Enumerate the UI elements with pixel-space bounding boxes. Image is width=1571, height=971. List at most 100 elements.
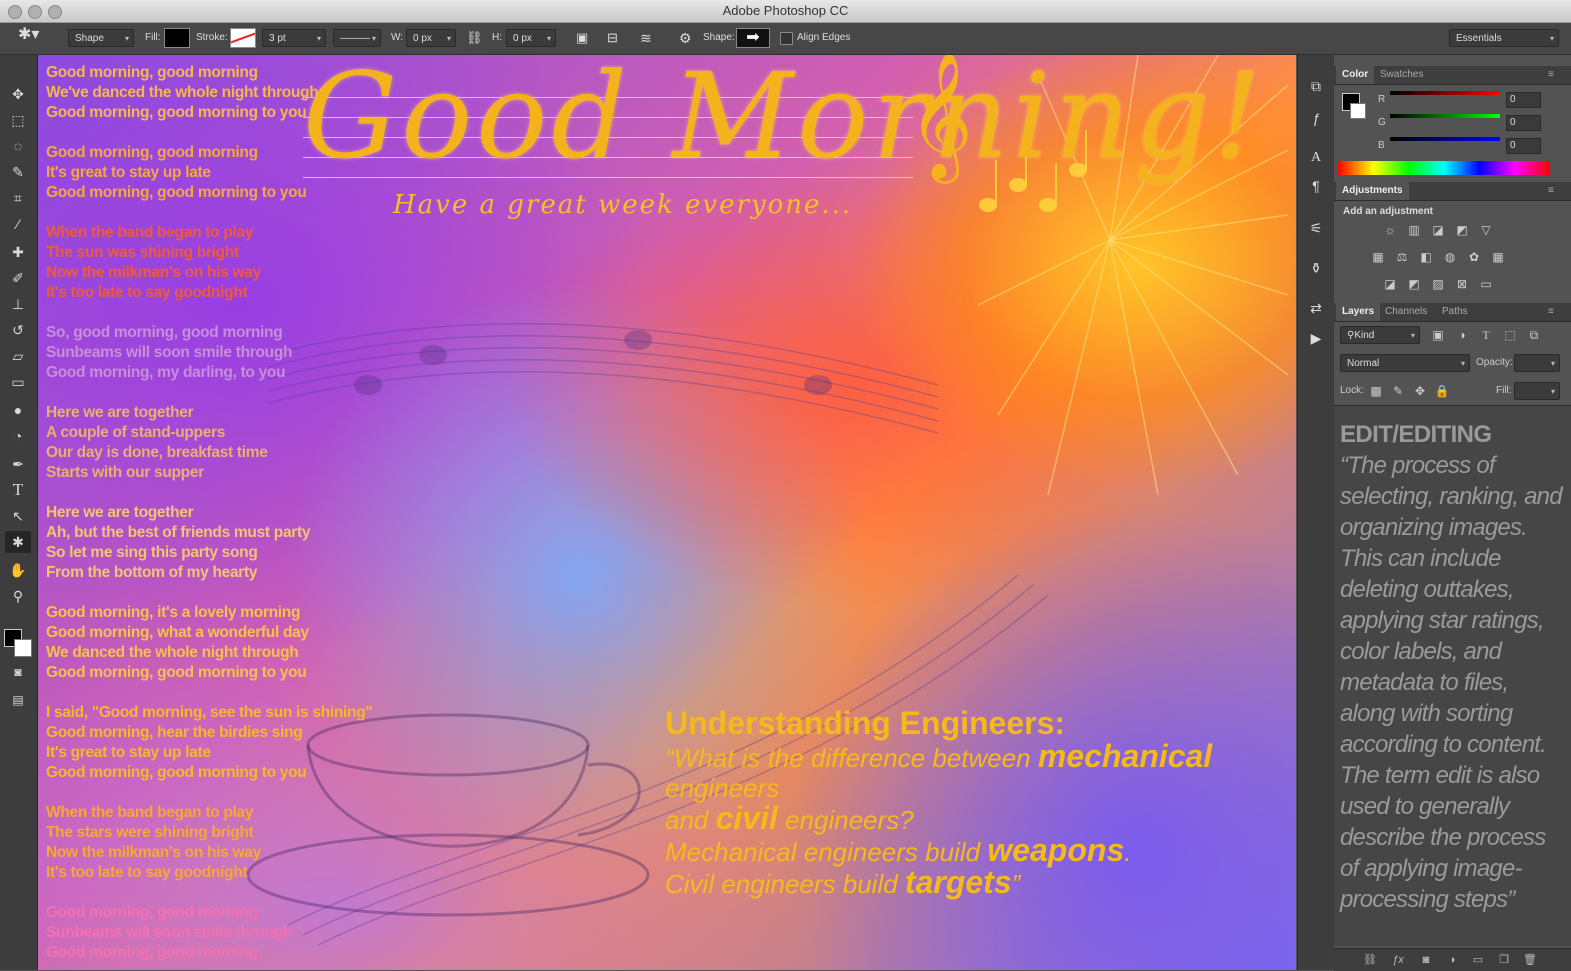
tab-adjustments[interactable]: Adjustments (1336, 182, 1409, 200)
play-icon[interactable]: ▶ (1304, 327, 1328, 349)
background-color-swatch[interactable] (14, 639, 32, 657)
tab-channels[interactable]: Channels (1379, 303, 1433, 321)
gradient-map-icon[interactable]: ▭ (1478, 277, 1494, 291)
history-brush-tool-icon[interactable]: ↺ (5, 319, 31, 341)
document-canvas[interactable]: Good Morning! Have a great week everyone… (38, 55, 1296, 970)
pen-tool-icon[interactable]: ✒ (5, 453, 31, 475)
add-mask-icon[interactable]: ◙ (1418, 952, 1434, 968)
custom-shape-tool-active-icon[interactable]: ✱ (5, 531, 31, 553)
brush-tool-icon[interactable]: ✐ (5, 267, 31, 289)
move-tool-icon[interactable]: ✥ (5, 83, 31, 105)
invert-icon[interactable]: ◪ (1382, 277, 1398, 291)
lock-transparent-icon[interactable]: ▩ (1368, 384, 1384, 398)
tab-paths[interactable]: Paths (1436, 303, 1474, 321)
quick-mask-icon[interactable]: ◙ (5, 661, 31, 683)
dodge-tool-icon[interactable]: ◔ (5, 425, 31, 447)
r-value[interactable]: 0 (1506, 92, 1541, 108)
blur-tool-icon[interactable]: ● (5, 399, 31, 421)
blend-mode-select[interactable]: Normal (1340, 354, 1470, 373)
minimize-window-button[interactable] (28, 5, 42, 19)
tool-mode-select[interactable]: Shape (68, 29, 134, 48)
height-input[interactable]: 0 px (506, 29, 556, 48)
new-layer-icon[interactable]: ❐ (1496, 952, 1512, 968)
brightness-contrast-icon[interactable]: ☼ (1382, 223, 1398, 237)
fill-input[interactable] (1514, 382, 1560, 401)
styles-panel-icon[interactable]: ƒ (1304, 107, 1328, 129)
filter-shape-icon[interactable]: ⬚ (1502, 328, 1518, 342)
gear-icon[interactable]: ⚙ (679, 29, 692, 47)
character-panel-icon[interactable]: A (1304, 147, 1328, 169)
screen-mode-icon[interactable]: ▤ (5, 689, 31, 711)
lock-all-icon[interactable]: 🔒 (1434, 384, 1450, 398)
link-layers-icon[interactable]: ⛓ (1362, 952, 1378, 968)
zoom-window-button[interactable] (48, 5, 62, 19)
gradient-tool-icon[interactable]: ▭ (5, 371, 31, 393)
selective-color-icon[interactable]: ⊠ (1454, 277, 1470, 291)
hand-tool-icon[interactable]: ✋ (5, 559, 31, 581)
black-white-icon[interactable]: ◧ (1418, 250, 1434, 264)
stroke-type-select[interactable]: ——— (333, 29, 381, 48)
filter-type-icon[interactable]: T (1478, 328, 1494, 342)
vibrance-icon[interactable]: ▽ (1478, 223, 1494, 237)
channel-mixer-icon[interactable]: ✿ (1466, 250, 1482, 264)
shape-picker[interactable]: ➡ (736, 28, 770, 48)
custom-shape-tool-icon[interactable]: ✱▾ (18, 26, 39, 44)
zoom-tool-icon[interactable]: ⚲ (5, 585, 31, 607)
path-arrangement-icon[interactable]: ≋ (640, 29, 652, 47)
color-spectrum-ramp[interactable] (1338, 161, 1550, 175)
photo-filter-icon[interactable]: ◍ (1442, 250, 1458, 264)
brush-presets-icon[interactable]: ⚟ (1304, 217, 1328, 239)
panel-menu-icon[interactable]: ≡ (1542, 66, 1560, 84)
posterize-icon[interactable]: ◩ (1406, 277, 1422, 291)
lock-position-icon[interactable]: ✥ (1412, 384, 1428, 398)
align-edges-checkbox[interactable] (780, 32, 793, 45)
color-background-swatch[interactable] (1350, 103, 1366, 119)
stroke-swatch[interactable] (230, 28, 256, 48)
path-selection-tool-icon[interactable]: ↖ (5, 505, 31, 527)
timeline-icon[interactable]: ⇄ (1304, 297, 1328, 319)
b-value[interactable]: 0 (1506, 138, 1541, 154)
link-icon[interactable]: ⛓ (466, 29, 483, 47)
fill-swatch[interactable] (164, 28, 190, 48)
color-lookup-icon[interactable]: ▦ (1490, 250, 1506, 264)
clone-source-icon[interactable]: ⚱ (1304, 257, 1328, 279)
curves-icon[interactable]: ◪ (1430, 223, 1446, 237)
stroke-width-input[interactable]: 3 pt (262, 29, 326, 48)
eraser-tool-icon[interactable]: ▱ (5, 345, 31, 367)
threshold-icon[interactable]: ▨ (1430, 277, 1446, 291)
quick-selection-tool-icon[interactable]: ✎ (5, 161, 31, 183)
new-adjustment-layer-icon[interactable]: ◑ (1444, 952, 1460, 968)
tab-swatches[interactable]: Swatches (1374, 66, 1429, 84)
opacity-input[interactable] (1514, 354, 1560, 373)
tab-layers[interactable]: Layers (1336, 303, 1381, 321)
close-window-button[interactable] (8, 5, 22, 19)
filter-smart-object-icon[interactable]: ⧉ (1526, 328, 1542, 342)
paragraph-panel-icon[interactable]: ¶ (1304, 175, 1328, 197)
layer-filter-kind-select[interactable]: ⚲Kind (1340, 326, 1420, 345)
history-panel-icon[interactable]: ⧉ (1304, 75, 1328, 97)
delete-layer-icon[interactable]: 🗑 (1522, 952, 1538, 968)
type-tool-icon[interactable]: T (5, 479, 31, 501)
workspace-select[interactable]: Essentials (1449, 29, 1559, 48)
new-group-icon[interactable]: ▭ (1470, 952, 1486, 968)
g-slider[interactable] (1390, 114, 1500, 118)
panel-menu-icon[interactable]: ≡ (1542, 303, 1560, 321)
layer-style-icon[interactable]: ƒx (1390, 952, 1406, 968)
exposure-icon[interactable]: ◩ (1454, 223, 1470, 237)
r-slider[interactable] (1390, 91, 1500, 95)
healing-brush-tool-icon[interactable]: ✚ (5, 241, 31, 263)
panel-menu-icon[interactable]: ≡ (1542, 182, 1560, 200)
levels-icon[interactable]: ▥ (1406, 223, 1422, 237)
eyedropper-tool-icon[interactable]: ⁄ (5, 213, 31, 235)
crop-tool-icon[interactable]: ⌗ (5, 187, 31, 209)
b-slider[interactable] (1390, 137, 1500, 141)
color-balance-icon[interactable]: ⚖ (1394, 250, 1410, 264)
marquee-tool-icon[interactable]: ⬚ (5, 109, 31, 131)
width-input[interactable]: 0 px (406, 29, 456, 48)
tab-color[interactable]: Color (1336, 66, 1375, 84)
lock-image-icon[interactable]: ✎ (1390, 384, 1406, 398)
clone-stamp-tool-icon[interactable]: ⊥ (5, 293, 31, 315)
lasso-tool-icon[interactable]: ◌ (5, 135, 31, 157)
g-value[interactable]: 0 (1506, 115, 1541, 131)
path-operations-icon[interactable]: ▣ (576, 29, 588, 47)
